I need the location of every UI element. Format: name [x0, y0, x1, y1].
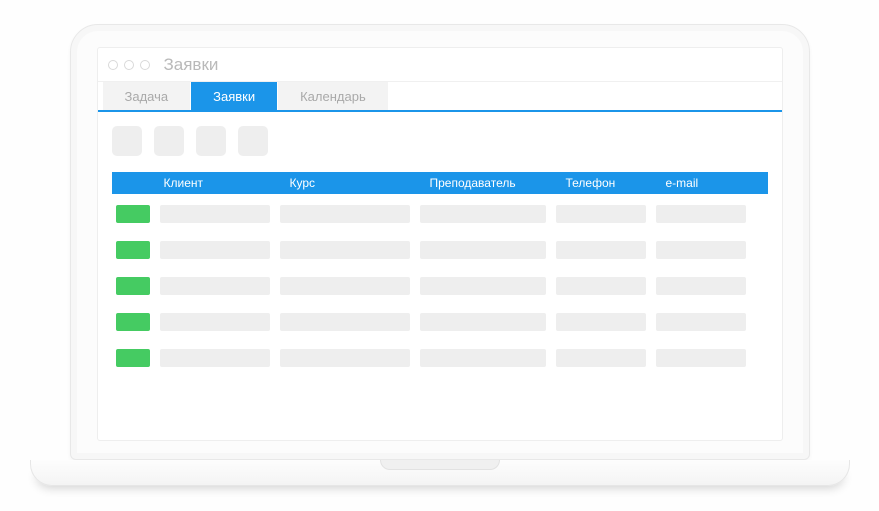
table-row[interactable] [112, 308, 768, 336]
col-phone-header[interactable]: Телефон [566, 176, 666, 190]
cell-course [280, 205, 410, 223]
laptop-notch [380, 460, 500, 470]
cell-phone [556, 277, 646, 295]
app-window: Заявки Задача Заявки Календарь Клиент Ку… [97, 47, 783, 441]
cell-email [656, 349, 746, 367]
cell-client [160, 277, 270, 295]
cell-client [160, 241, 270, 259]
cell-client [160, 313, 270, 331]
table-row[interactable] [112, 344, 768, 372]
cell-phone [556, 349, 646, 367]
cell-course [280, 241, 410, 259]
cell-teacher [420, 313, 546, 331]
content-area: Клиент Курс Преподаватель Телефон e-mail [98, 112, 782, 440]
col-course-header[interactable]: Курс [290, 176, 430, 190]
window-zoom-icon[interactable] [140, 60, 150, 70]
window-close-icon[interactable] [108, 60, 118, 70]
cell-phone [556, 241, 646, 259]
cell-phone [556, 205, 646, 223]
toolbar [112, 126, 768, 156]
toolbar-button-1[interactable] [112, 126, 142, 156]
toolbar-button-2[interactable] [154, 126, 184, 156]
cell-email [656, 277, 746, 295]
window-minimize-icon[interactable] [124, 60, 134, 70]
table-row[interactable] [112, 200, 768, 228]
cell-client [160, 205, 270, 223]
tab-calendar[interactable]: Календарь [278, 82, 389, 110]
table-body [112, 194, 768, 372]
table-header: Клиент Курс Преподаватель Телефон e-mail [112, 172, 768, 194]
col-email-header[interactable]: e-mail [666, 176, 764, 190]
cell-email [656, 313, 746, 331]
cell-teacher [420, 241, 546, 259]
cell-teacher [420, 349, 546, 367]
toolbar-button-4[interactable] [238, 126, 268, 156]
window-controls[interactable] [108, 60, 150, 70]
tab-requests[interactable]: Заявки [191, 82, 278, 110]
status-badge [116, 277, 150, 295]
status-badge [116, 313, 150, 331]
table-row[interactable] [112, 236, 768, 264]
tab-bar: Задача Заявки Календарь [98, 82, 782, 112]
table-row[interactable] [112, 272, 768, 300]
laptop-base [30, 460, 850, 486]
window-titlebar: Заявки [98, 48, 782, 82]
cell-phone [556, 313, 646, 331]
cell-email [656, 205, 746, 223]
cell-course [280, 277, 410, 295]
cell-email [656, 241, 746, 259]
col-client-header[interactable]: Клиент [160, 176, 290, 190]
cell-course [280, 349, 410, 367]
cell-teacher [420, 277, 546, 295]
cell-teacher [420, 205, 546, 223]
cell-course [280, 313, 410, 331]
status-badge [116, 205, 150, 223]
tab-task[interactable]: Задача [102, 82, 192, 110]
status-badge [116, 349, 150, 367]
window-title: Заявки [164, 55, 219, 75]
cell-client [160, 349, 270, 367]
laptop-mockup: Заявки Задача Заявки Календарь Клиент Ку… [70, 24, 810, 486]
toolbar-button-3[interactable] [196, 126, 226, 156]
col-teacher-header[interactable]: Преподаватель [430, 176, 566, 190]
status-badge [116, 241, 150, 259]
laptop-lid: Заявки Задача Заявки Календарь Клиент Ку… [70, 24, 810, 460]
